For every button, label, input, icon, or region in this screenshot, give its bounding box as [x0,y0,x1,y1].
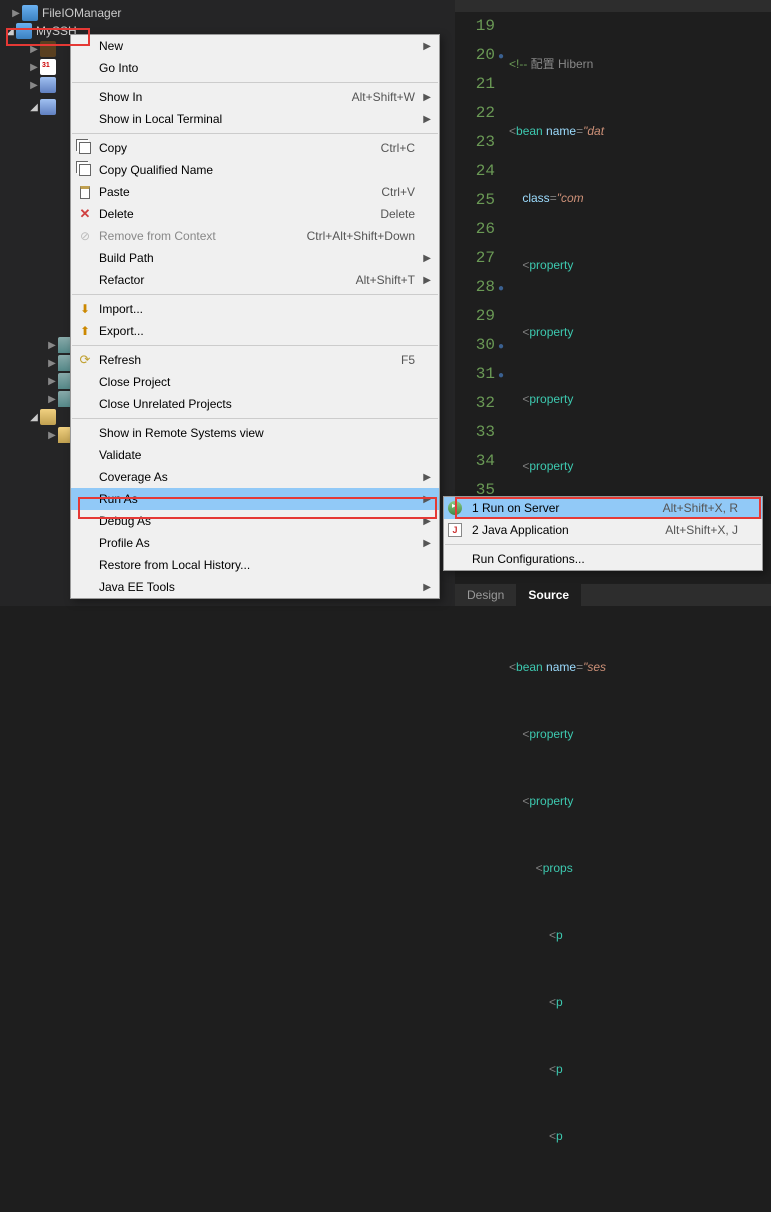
menu-refresh[interactable]: ⟳RefreshF5 [71,349,439,371]
tab-design[interactable]: Design [455,584,516,606]
line-num: 25 [455,186,495,215]
menu-restore-history[interactable]: Restore from Local History... [71,554,439,576]
tree-label: FileIOManager [42,6,121,20]
menu-profile-as[interactable]: Profile As▶ [71,532,439,554]
line-num: 20 [455,41,495,70]
run-server-icon [448,501,462,515]
separator [72,345,438,346]
menu-copy-qualified[interactable]: Copy Qualified Name [71,159,439,181]
arrow-down-icon: ◢ [28,412,40,423]
line-num: 23 [455,128,495,157]
line-num: 22 [455,99,495,128]
line-num: 26 [455,215,495,244]
jre-icon [40,59,56,75]
java-app-icon: J [448,523,462,537]
tree-item-fileio[interactable]: ▶ FileIOManager [0,4,455,22]
submenu-run-configurations[interactable]: Run Configurations... [444,548,762,570]
arrow-icon: ▶ [10,8,22,19]
run-as-submenu: 1 Run on ServerAlt+Shift+X, R J2 Java Ap… [443,496,763,571]
menu-show-remote[interactable]: Show in Remote Systems view [71,422,439,444]
arrow-icon: ▶ [28,44,40,55]
delete-icon: ✕ [80,206,91,222]
arrow-icon: ▶ [46,394,58,405]
separator [72,418,438,419]
menu-validate[interactable]: Validate [71,444,439,466]
separator [72,133,438,134]
line-num: 33 [455,418,495,447]
line-num: 31 [455,360,495,389]
context-menu: New▶ Go Into Show InAlt+Shift+W▶ Show in… [70,34,440,599]
line-num: 28 [455,273,495,302]
editor-bottom-tabs: Design Source [455,584,771,606]
line-num: 21 [455,70,495,99]
arrow-icon: ▶ [28,62,40,73]
folder-icon [40,409,56,425]
line-num: 29 [455,302,495,331]
separator [72,82,438,83]
line-num: 34 [455,447,495,476]
menu-remove-context: ⊘Remove from ContextCtrl+Alt+Shift+Down [71,225,439,247]
paste-icon [80,186,90,199]
menu-build-path[interactable]: Build Path▶ [71,247,439,269]
line-num: 24 [455,157,495,186]
arrow-down-icon: ◢ [28,102,40,113]
submenu-java-application[interactable]: J2 Java ApplicationAlt+Shift+X, J [444,519,762,541]
remove-icon: ⊘ [75,228,95,244]
tab-source[interactable]: Source [516,584,581,606]
menu-go-into[interactable]: Go Into [71,57,439,79]
project-icon [22,5,38,21]
separator [445,544,761,545]
menu-javaee-tools[interactable]: Java EE Tools▶ [71,576,439,598]
menu-paste[interactable]: PasteCtrl+V [71,181,439,203]
arrow-icon: ▶ [46,358,58,369]
server-lib-icon [40,77,56,93]
editor-tabs [455,0,771,12]
package-icon [40,41,56,57]
export-icon: ⬆ [75,323,95,339]
separator [72,294,438,295]
menu-new[interactable]: New▶ [71,35,439,57]
lib-icon [40,99,56,115]
arrow-icon: ▶ [46,430,58,441]
line-num: 19 [455,12,495,41]
arrow-icon: ▶ [28,80,40,91]
menu-close-unrelated[interactable]: Close Unrelated Projects [71,393,439,415]
menu-run-as[interactable]: Run As▶ [71,488,439,510]
line-num: 32 [455,389,495,418]
menu-show-in[interactable]: Show InAlt+Shift+W▶ [71,86,439,108]
menu-coverage-as[interactable]: Coverage As▶ [71,466,439,488]
copy-icon [79,164,91,176]
line-gutter: 19 20 21 22 23 24 25 26 27 28 29 30 31 3… [455,12,503,505]
menu-refactor[interactable]: RefactorAlt+Shift+T▶ [71,269,439,291]
menu-delete[interactable]: ✕DeleteDelete [71,203,439,225]
menu-copy[interactable]: CopyCtrl+C [71,137,439,159]
menu-close-project[interactable]: Close Project [71,371,439,393]
arrow-icon: ▶ [46,376,58,387]
menu-import[interactable]: ⬇Import... [71,298,439,320]
refresh-icon: ⟳ [80,352,91,368]
menu-debug-as[interactable]: Debug As▶ [71,510,439,532]
project-icon [16,23,32,39]
code-text: <!-- [509,57,531,71]
menu-show-local-terminal[interactable]: Show in Local Terminal▶ [71,108,439,130]
import-icon: ⬇ [75,301,95,317]
arrow-down-icon: ◢ [4,26,16,37]
copy-icon [79,142,91,154]
menu-export[interactable]: ⬆Export... [71,320,439,342]
line-num: 30 [455,331,495,360]
submenu-run-on-server[interactable]: 1 Run on ServerAlt+Shift+X, R [444,497,762,519]
arrow-icon: ▶ [46,340,58,351]
line-num: 27 [455,244,495,273]
